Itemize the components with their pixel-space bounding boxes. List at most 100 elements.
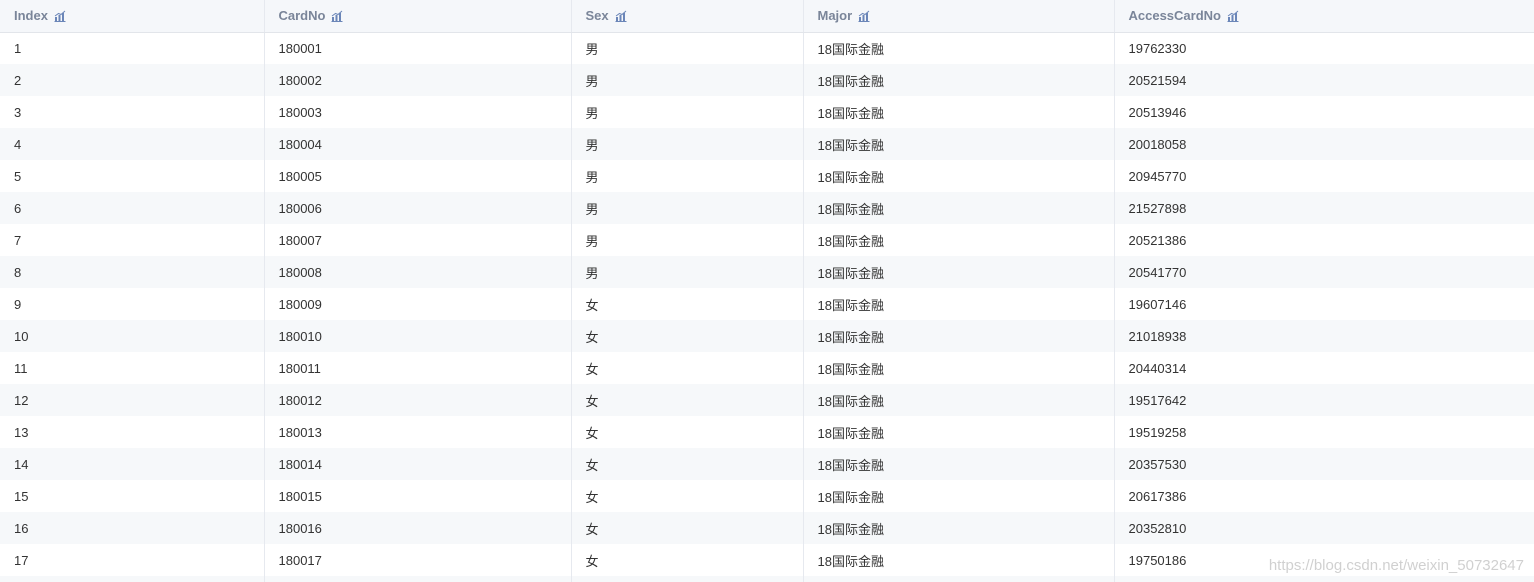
column-header-cardno[interactable]: CardNo bbox=[264, 0, 572, 33]
cell-sex: 男 bbox=[571, 128, 804, 160]
table-row[interactable]: 3 180003 男 18国际金融 20513946 bbox=[0, 96, 1534, 128]
cell-major bbox=[803, 576, 1115, 582]
cell-sex: 女 bbox=[571, 416, 804, 448]
cell-accesscardno: 20513946 bbox=[1114, 96, 1534, 128]
cell-cardno: 180014 bbox=[264, 448, 572, 480]
cell-major: 18国际金融 bbox=[803, 320, 1115, 352]
cell-cardno: 180010 bbox=[264, 320, 572, 352]
table-row[interactable]: 5 180005 男 18国际金融 20945770 bbox=[0, 160, 1534, 192]
cell-major: 18国际金融 bbox=[803, 544, 1115, 576]
cell-index: 16 bbox=[0, 512, 265, 544]
cell-cardno: 180001 bbox=[264, 32, 572, 64]
cell-sex: 女 bbox=[571, 544, 804, 576]
cell-major: 18国际金融 bbox=[803, 416, 1115, 448]
cell-major: 18国际金融 bbox=[803, 160, 1115, 192]
cell-major: 18国际金融 bbox=[803, 512, 1115, 544]
cell-accesscardno: 19762330 bbox=[1114, 32, 1534, 64]
cell-accesscardno: 20521386 bbox=[1114, 224, 1534, 256]
cell-index: 17 bbox=[0, 544, 265, 576]
table-row[interactable]: 13 180013 女 18国际金融 19519258 bbox=[0, 416, 1534, 448]
cell-accesscardno: 20352810 bbox=[1114, 512, 1534, 544]
sort-chart-icon[interactable] bbox=[331, 10, 343, 22]
cell-cardno: 180011 bbox=[264, 352, 572, 384]
table-row[interactable]: 1 180001 男 18国际金融 19762330 bbox=[0, 32, 1534, 64]
cell-sex: 男 bbox=[571, 32, 804, 64]
cell-index: 10 bbox=[0, 320, 265, 352]
cell-index: 15 bbox=[0, 480, 265, 512]
table-body: 1 180001 男 18国际金融 19762330 2 180002 男 18国际金融 2052… bbox=[0, 32, 1534, 582]
cell-index: 6 bbox=[0, 192, 265, 224]
cell-sex: 女 bbox=[571, 288, 804, 320]
cell-cardno: 180017 bbox=[264, 544, 572, 576]
cell-sex: 女 bbox=[571, 384, 804, 416]
cell-accesscardno: 20018058 bbox=[1114, 128, 1534, 160]
sort-chart-icon[interactable] bbox=[615, 10, 627, 22]
table-row[interactable]: 11 180011 女 18国际金融 20440314 bbox=[0, 352, 1534, 384]
cell-major: 18国际金融 bbox=[803, 192, 1115, 224]
cell-major: 18国际金融 bbox=[803, 32, 1115, 64]
cell-index: 1 bbox=[0, 32, 265, 64]
column-header-sex[interactable]: Sex bbox=[571, 0, 804, 33]
table-row[interactable]: 12 180012 女 18国际金融 19517642 bbox=[0, 384, 1534, 416]
column-header-label: AccessCardNo bbox=[1128, 8, 1222, 24]
cell-sex: 男 bbox=[571, 224, 804, 256]
cell-major: 18国际金融 bbox=[803, 256, 1115, 288]
table-row[interactable] bbox=[0, 576, 1534, 582]
cell-sex: 男 bbox=[571, 160, 804, 192]
column-header-index[interactable]: Index bbox=[0, 0, 265, 33]
cell-cardno: 180006 bbox=[264, 192, 572, 224]
cell-index: 7 bbox=[0, 224, 265, 256]
cell-accesscardno: 19519258 bbox=[1114, 416, 1534, 448]
table-header-row: Index CardNo Sex Major AccessCardNo bbox=[0, 0, 1534, 33]
table-row[interactable]: 4 180004 男 18国际金融 20018058 bbox=[0, 128, 1534, 160]
cell-major: 18国际金融 bbox=[803, 352, 1115, 384]
cell-sex: 男 bbox=[571, 192, 804, 224]
cell-sex: 女 bbox=[571, 512, 804, 544]
cell-major: 18国际金融 bbox=[803, 448, 1115, 480]
cell-accesscardno: 19517642 bbox=[1114, 384, 1534, 416]
cell-major: 18国际金融 bbox=[803, 224, 1115, 256]
sort-chart-icon[interactable] bbox=[54, 10, 66, 22]
cell-accesscardno: 20357530 bbox=[1114, 448, 1534, 480]
sort-chart-icon[interactable] bbox=[1227, 10, 1239, 22]
cell-index: 9 bbox=[0, 288, 265, 320]
cell-major: 18国际金融 bbox=[803, 480, 1115, 512]
cell-index: 8 bbox=[0, 256, 265, 288]
table-row[interactable]: 6 180006 男 18国际金融 21527898 bbox=[0, 192, 1534, 224]
cell-cardno: 180013 bbox=[264, 416, 572, 448]
cell-sex: 女 bbox=[571, 480, 804, 512]
cell-index: 4 bbox=[0, 128, 265, 160]
cell-accesscardno: 20541770 bbox=[1114, 256, 1534, 288]
cell-accesscardno: 20440314 bbox=[1114, 352, 1534, 384]
cell-cardno: 180002 bbox=[264, 64, 572, 96]
column-header-accesscardno[interactable]: AccessCardNo bbox=[1114, 0, 1534, 33]
table-row[interactable]: 8 180008 男 18国际金融 20541770 bbox=[0, 256, 1534, 288]
cell-index: 2 bbox=[0, 64, 265, 96]
table-row[interactable]: 10 180010 女 18国际金融 21018938 bbox=[0, 320, 1534, 352]
cell-sex: 男 bbox=[571, 256, 804, 288]
cell-cardno: 180008 bbox=[264, 256, 572, 288]
sort-chart-icon[interactable] bbox=[858, 10, 870, 22]
cell-sex: 女 bbox=[571, 448, 804, 480]
cell-cardno: 180004 bbox=[264, 128, 572, 160]
cell-accesscardno: 21018938 bbox=[1114, 320, 1534, 352]
table-row[interactable]: 2 180002 男 18国际金融 20521594 bbox=[0, 64, 1534, 96]
column-header-label: CardNo bbox=[278, 8, 326, 24]
cell-sex: 男 bbox=[571, 96, 804, 128]
table-row[interactable]: 14 180014 女 18国际金融 20357530 bbox=[0, 448, 1534, 480]
column-header-label: Index bbox=[14, 8, 48, 24]
column-header-label: Sex bbox=[585, 8, 609, 24]
table-row[interactable]: 7 180007 男 18国际金融 20521386 bbox=[0, 224, 1534, 256]
cell-major: 18国际金融 bbox=[803, 384, 1115, 416]
cell-accesscardno: 20617386 bbox=[1114, 480, 1534, 512]
table-row[interactable]: 16 180016 女 18国际金融 20352810 bbox=[0, 512, 1534, 544]
table-row[interactable]: 17 180017 女 18国际金融 19750186 bbox=[0, 544, 1534, 576]
cell-cardno: 180009 bbox=[264, 288, 572, 320]
data-table-container: Index CardNo Sex Major AccessCardNo 1 18… bbox=[0, 0, 1534, 582]
cell-major: 18国际金融 bbox=[803, 128, 1115, 160]
column-header-major[interactable]: Major bbox=[803, 0, 1115, 33]
table-row[interactable]: 9 180009 女 18国际金融 19607146 bbox=[0, 288, 1534, 320]
cell-index: 11 bbox=[0, 352, 265, 384]
table-row[interactable]: 15 180015 女 18国际金融 20617386 bbox=[0, 480, 1534, 512]
cell-cardno: 180007 bbox=[264, 224, 572, 256]
